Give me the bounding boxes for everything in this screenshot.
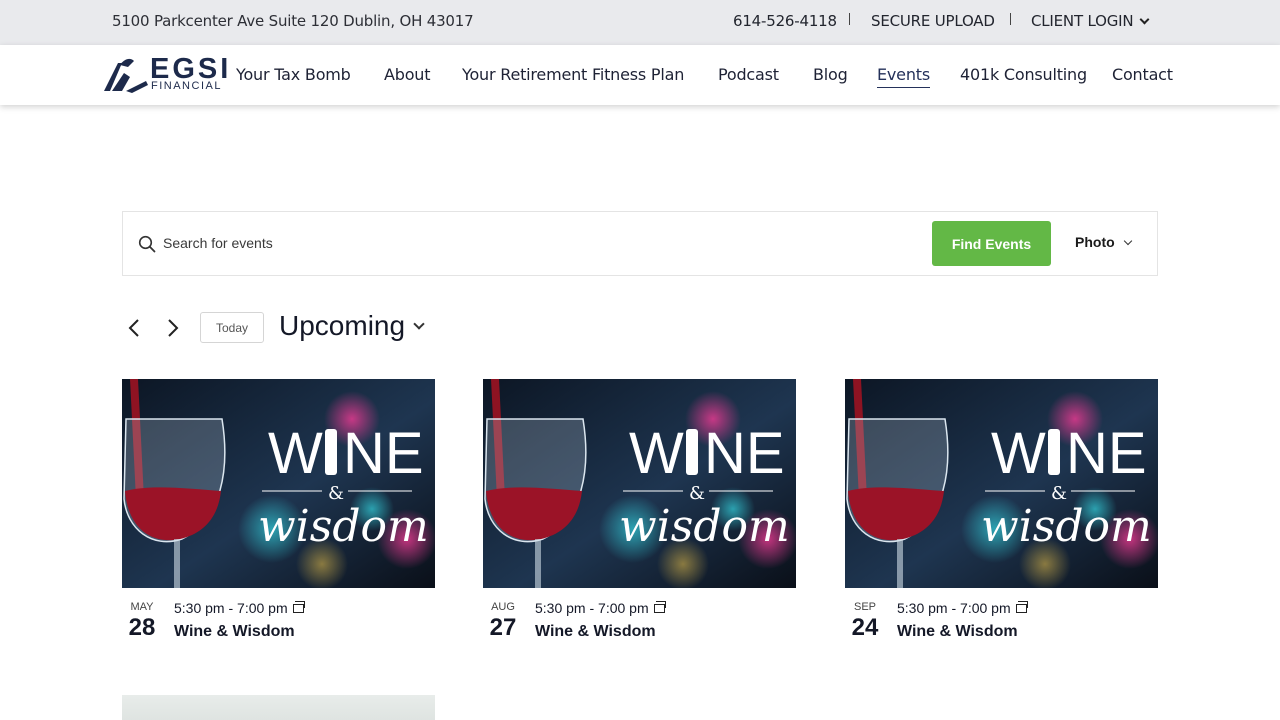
logo-subtitle: FINANCIAL [151, 80, 222, 92]
nav-401k-consulting[interactable]: 401k Consulting [960, 65, 1087, 84]
nav-retirement-fitness-plan[interactable]: Your Retirement Fitness Plan [462, 65, 684, 84]
view-selector[interactable]: Photo [1075, 234, 1132, 250]
divider [849, 13, 850, 25]
recurring-icon [1015, 601, 1028, 613]
previous-arrow-icon[interactable] [125, 318, 145, 338]
event-image[interactable]: W NE & wisdom [845, 379, 1158, 588]
event-time: 5:30 pm - 7:00 pm [535, 600, 666, 616]
secure-upload-link[interactable]: SECURE UPLOAD [871, 12, 995, 30]
next-arrow-icon[interactable] [163, 318, 183, 338]
event-title-link[interactable]: Wine & Wisdom [174, 623, 295, 641]
today-button[interactable]: Today [200, 312, 264, 343]
image-text-w: W [268, 421, 323, 486]
top-utility-bar: 5100 Parkcenter Ave Suite 120 Dublin, OH… [0, 0, 1280, 45]
chevron-down-icon [413, 318, 425, 330]
event-image[interactable]: W NE & wisdom [122, 379, 435, 588]
nav-about[interactable]: About [384, 65, 431, 84]
nav-podcast[interactable]: Podcast [718, 65, 779, 84]
search-input[interactable] [163, 228, 923, 258]
date-range-label: Upcoming [279, 310, 406, 341]
find-events-button[interactable]: Find Events [932, 221, 1051, 266]
client-login-menu[interactable]: CLIENT LOGIN [1031, 12, 1150, 30]
event-month: SEP [853, 601, 876, 613]
event-day: 27 [489, 614, 517, 641]
search-icon [138, 235, 156, 253]
event-date: SEP 24 [845, 601, 885, 642]
office-address: 5100 Parkcenter Ave Suite 120 Dublin, OH… [112, 12, 474, 30]
event-card[interactable]: W NE & wisdom AUG 27 5:30 pm - 7:00 pm W… [483, 379, 796, 641]
image-text-ne: NE [1066, 421, 1147, 486]
event-time-text: 5:30 pm - 7:00 pm [897, 600, 1011, 616]
recurring-icon [292, 601, 305, 613]
image-text-ne: NE [704, 421, 785, 486]
event-search-bar: Find Events Photo [122, 211, 1158, 276]
wine-wisdom-image: W NE & wisdom [122, 379, 435, 588]
chevron-down-icon [1139, 14, 1150, 25]
main-nav: EGSI FINANCIAL Your Tax Bomb About Your … [0, 45, 1280, 105]
event-image-partial[interactable] [122, 695, 435, 720]
event-card[interactable]: W NE & wisdom SEP 24 5:30 pm - 7:00 pm W… [845, 379, 1158, 641]
image-text-wisdom: wisdom [981, 501, 1152, 552]
event-date: AUG 27 [483, 601, 523, 642]
event-time-text: 5:30 pm - 7:00 pm [174, 600, 288, 616]
chevron-down-icon [1123, 236, 1132, 246]
event-title-link[interactable]: Wine & Wisdom [897, 623, 1018, 641]
image-text-w: W [629, 421, 684, 486]
event-day: 28 [128, 614, 156, 641]
event-time-text: 5:30 pm - 7:00 pm [535, 600, 649, 616]
event-day: 24 [851, 614, 879, 641]
event-card[interactable]: W NE & wisdom MAY 28 5:30 pm - 7:00 pm W… [122, 379, 435, 641]
recurring-icon [653, 601, 666, 613]
nav-contact[interactable]: Contact [1112, 65, 1173, 84]
image-text-ne: NE [343, 421, 424, 486]
event-month: MAY [130, 601, 154, 613]
event-time: 5:30 pm - 7:00 pm [897, 600, 1028, 616]
view-selector-label: Photo [1075, 234, 1115, 250]
phone-link[interactable]: 614-526-4118 [733, 12, 837, 30]
nav-blog[interactable]: Blog [813, 65, 848, 84]
event-date: MAY 28 [122, 601, 162, 642]
wine-wisdom-image: W NE & wisdom [845, 379, 1158, 588]
image-text-w: W [991, 421, 1046, 486]
event-image[interactable]: W NE & wisdom [483, 379, 796, 588]
image-text-wisdom: wisdom [258, 501, 429, 552]
nav-your-tax-bomb[interactable]: Your Tax Bomb [236, 65, 351, 84]
nav-events[interactable]: Events [877, 65, 930, 88]
divider [1010, 13, 1011, 25]
logo-mark-icon [104, 58, 148, 93]
wine-wisdom-image: W NE & wisdom [483, 379, 796, 588]
client-login-label: CLIENT LOGIN [1031, 12, 1134, 30]
event-title-link[interactable]: Wine & Wisdom [535, 623, 656, 641]
event-month: AUG [491, 601, 515, 613]
egsi-logo[interactable]: EGSI FINANCIAL [102, 53, 232, 95]
image-text-wisdom: wisdom [619, 501, 790, 552]
event-time: 5:30 pm - 7:00 pm [174, 600, 305, 616]
date-range-selector[interactable]: Upcoming [279, 310, 425, 342]
